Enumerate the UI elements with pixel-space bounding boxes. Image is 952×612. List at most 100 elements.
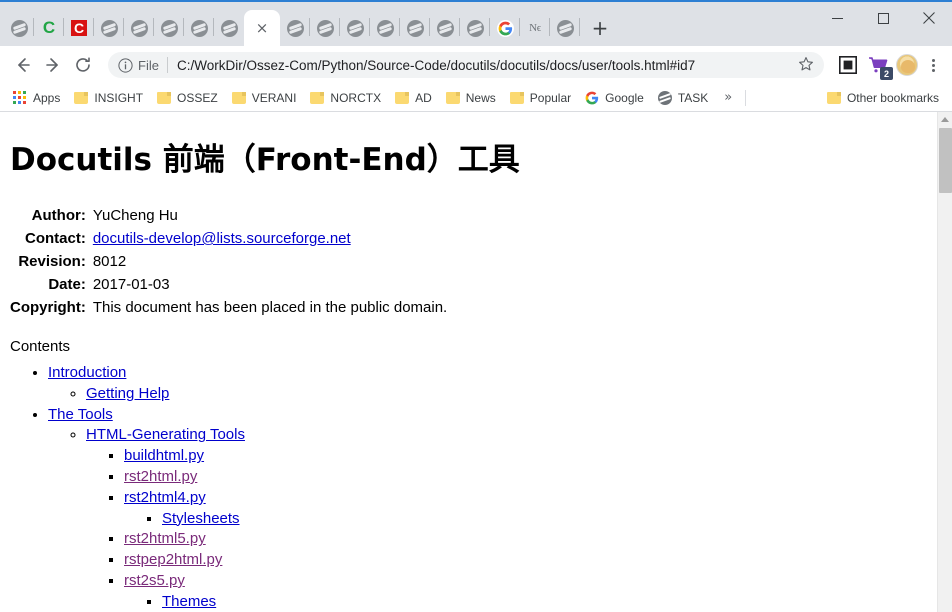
bookmark-item-verani[interactable]: VERANI	[225, 87, 304, 109]
globe-favicon	[436, 19, 454, 37]
browser-tab-12[interactable]	[340, 10, 370, 46]
document-info-table: Author: YuCheng Hu Contact: docutils-develo…	[10, 205, 447, 320]
minimize-icon	[831, 17, 843, 19]
minimize-button[interactable]	[814, 2, 860, 34]
bookmark-item-task[interactable]: TASK	[651, 87, 715, 109]
toc-link-html-generating-tools[interactable]: HTML-Generating Tools	[86, 426, 245, 443]
browser-tab-2[interactable]: C	[34, 10, 64, 46]
toc-item: buildhtml.py	[124, 446, 927, 467]
info-circle-icon[interactable]	[116, 57, 134, 73]
google-g-icon	[498, 21, 512, 35]
browser-tab-1[interactable]	[4, 10, 34, 46]
bookmark-item-apps[interactable]: Apps	[6, 87, 67, 109]
toc-item: Themes	[162, 592, 927, 612]
back-button[interactable]	[8, 50, 38, 80]
toc-link-rst2html4-py[interactable]: rst2html4.py	[124, 489, 206, 506]
folder-icon	[826, 91, 841, 104]
toc-list-level-2: HTML-Generating Tools buildhtml.py rst2htm…	[48, 425, 927, 612]
docinfo-value: 8012	[92, 253, 127, 270]
globe-favicon	[466, 19, 484, 37]
browser-tab-8[interactable]	[214, 10, 244, 46]
globe-favicon	[190, 19, 208, 37]
bookmark-item-google[interactable]: Google	[578, 87, 651, 109]
other-bookmarks-button[interactable]: Other bookmarks	[820, 87, 946, 109]
bookmark-item-norctx[interactable]: NORCTX	[303, 87, 388, 109]
browser-tab-18[interactable]: Nϵ	[520, 10, 550, 46]
globe-favicon	[10, 19, 28, 37]
toc-link-themes[interactable]: Themes	[162, 593, 216, 610]
globe-favicon	[316, 19, 334, 37]
globe-favicon	[346, 19, 364, 37]
browser-menu-button[interactable]	[922, 51, 944, 79]
bookmark-label: NORCTX	[330, 90, 382, 105]
browser-tab-16[interactable]	[460, 10, 490, 46]
omnibox-divider	[166, 57, 168, 73]
browser-tab-6[interactable]	[154, 10, 184, 46]
scheme-label: File	[138, 57, 159, 73]
toc-list-level-4: Themes	[124, 592, 927, 612]
new-tab-button[interactable]: +	[586, 14, 614, 42]
bookmarks-divider	[745, 89, 747, 106]
browser-tab-4[interactable]	[94, 10, 124, 46]
toc-item: rstpep2html.py	[124, 550, 927, 571]
toc-link-rst2s5-py[interactable]: rst2s5.py	[124, 572, 185, 589]
shopping-cart-button[interactable]: 2	[864, 51, 893, 80]
toc-link-introduction[interactable]: Introduction	[48, 364, 126, 381]
browser-tab-14[interactable]	[400, 10, 430, 46]
toc-link-rstpep2html-py[interactable]: rstpep2html.py	[124, 551, 222, 568]
browser-tab-17[interactable]	[490, 10, 520, 46]
toc-item: rst2html.py	[124, 467, 927, 488]
toc-link-buildhtml-py[interactable]: buildhtml.py	[124, 447, 204, 464]
bookmark-item-insight[interactable]: INSIGHT	[67, 87, 150, 109]
toc-link-rst2html5-py[interactable]: rst2html5.py	[124, 530, 206, 547]
browser-tab-10[interactable]	[280, 10, 310, 46]
globe-favicon	[100, 19, 118, 37]
chevron-double-right-icon: »	[724, 90, 733, 105]
docinfo-row: Copyright: This document has been placed …	[10, 297, 447, 320]
bookmark-item-news[interactable]: News	[439, 87, 503, 109]
maximize-button[interactable]	[860, 2, 906, 34]
tab-close-icon[interactable]: ×	[256, 20, 269, 36]
bookmarks-bar: Apps INSIGHT OSSEZ VERANI NORCTX AD News Popula…	[0, 84, 952, 112]
globe-favicon	[160, 19, 178, 37]
reload-button[interactable]	[68, 50, 98, 80]
page-scrollbar[interactable]	[937, 112, 952, 612]
bookmarks-overflow-button[interactable]: »	[715, 90, 741, 105]
browser-tab-7[interactable]	[184, 10, 214, 46]
docinfo-row: Revision: 8012	[10, 251, 447, 274]
extension-button[interactable]	[834, 51, 862, 79]
contact-email-link[interactable]: docutils-develop@lists.sourceforge.net	[93, 230, 351, 247]
address-bar[interactable]: File C:/WorkDir/Ossez-Com/Python/Source-…	[108, 52, 824, 78]
toc-link-the-tools[interactable]: The Tools	[48, 406, 113, 423]
bookmark-item-popular[interactable]: Popular	[503, 87, 578, 109]
docinfo-row: Author: YuCheng Hu	[10, 205, 447, 228]
url-text[interactable]: C:/WorkDir/Ossez-Com/Python/Source-Code/…	[177, 58, 798, 73]
close-icon	[923, 12, 935, 24]
browser-tab-19[interactable]	[550, 10, 580, 46]
folder-icon	[231, 91, 246, 104]
folder-icon	[509, 91, 524, 104]
browser-tab-13[interactable]	[370, 10, 400, 46]
browser-tab-3[interactable]: C	[64, 10, 94, 46]
bookmark-star-icon[interactable]	[798, 56, 814, 75]
toc-item: rst2s5.py Themes	[124, 571, 927, 612]
globe-icon	[657, 90, 672, 105]
scrollbar-thumb[interactable]	[939, 128, 952, 193]
toc-link-stylesheets[interactable]: Stylesheets	[162, 510, 240, 527]
close-button[interactable]	[906, 2, 952, 34]
tab-separator	[579, 18, 580, 36]
toc-link-rst2html-py[interactable]: rst2html.py	[124, 468, 197, 485]
browser-tab-9[interactable]: ×	[244, 10, 280, 46]
browser-tab-15[interactable]	[430, 10, 460, 46]
bookmark-item-ad[interactable]: AD	[388, 87, 439, 109]
green-c-favicon: C	[42, 17, 56, 37]
browser-tab-5[interactable]	[124, 10, 154, 46]
scroll-up-arrow[interactable]	[938, 112, 952, 126]
google-favicon	[496, 19, 514, 37]
browser-tab-11[interactable]	[310, 10, 340, 46]
forward-button[interactable]	[38, 50, 68, 80]
toc-link-getting-help[interactable]: Getting Help	[86, 385, 169, 402]
bookmark-item-ossez[interactable]: OSSEZ	[150, 87, 225, 109]
profile-button[interactable]	[894, 51, 920, 79]
bookmark-label: News	[465, 90, 496, 105]
